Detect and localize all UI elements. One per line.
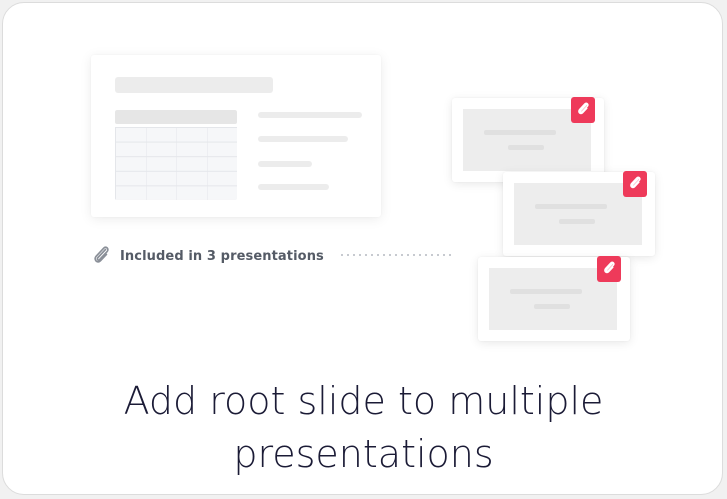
included-label: Included in 3 presentations — [120, 248, 324, 264]
text-line-placeholder — [508, 145, 544, 150]
text-line-placeholder — [559, 219, 595, 224]
paperclip-icon — [576, 100, 590, 120]
attachment-badge — [597, 256, 621, 282]
card-caption: Add root slide to multiple presentations — [3, 375, 722, 481]
text-line-placeholder — [258, 136, 348, 142]
text-line-placeholder — [258, 184, 329, 190]
text-line-placeholder — [535, 204, 607, 209]
text-line-placeholder — [258, 112, 362, 118]
feature-illustration: Included in 3 presentations — [3, 3, 722, 363]
included-in-presentations: Included in 3 presentations — [91, 243, 324, 269]
attachment-badge — [571, 97, 595, 123]
text-line-placeholder — [534, 304, 570, 309]
caption-line-2: presentations — [233, 432, 494, 476]
caption-line-1: Add root slide to multiple — [123, 379, 604, 423]
dotted-connector — [339, 254, 455, 256]
text-line-placeholder — [484, 130, 556, 135]
feature-card[interactable]: Included in 3 presentations Add root sli… — [2, 2, 723, 495]
paperclip-icon — [602, 259, 616, 279]
attachment-badge — [623, 171, 647, 197]
root-slide-preview — [91, 55, 381, 217]
table-body-placeholder — [115, 127, 237, 200]
table-header-placeholder — [115, 110, 237, 124]
slide-title-placeholder — [115, 77, 273, 93]
paperclip-icon — [91, 243, 111, 269]
text-line-placeholder — [510, 289, 582, 294]
table-placeholder — [115, 110, 237, 200]
paperclip-icon — [628, 174, 642, 194]
text-line-placeholder — [258, 161, 312, 167]
